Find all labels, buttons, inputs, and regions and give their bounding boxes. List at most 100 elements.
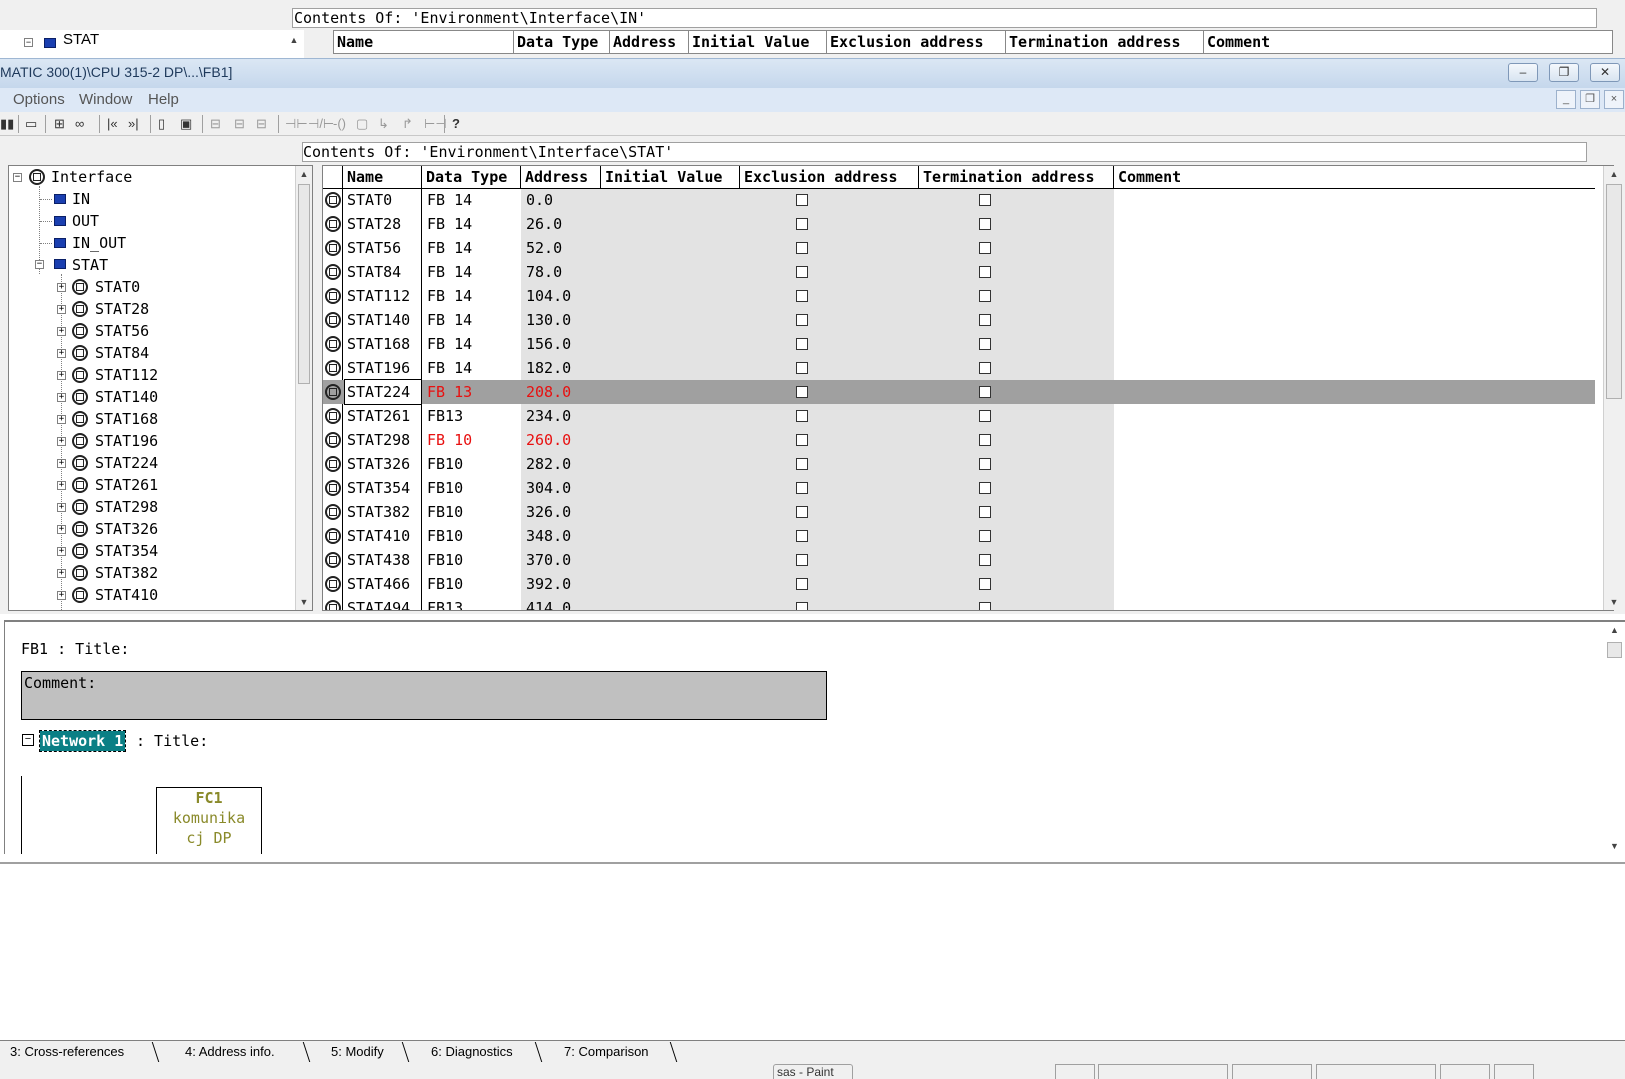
exclusion-checkbox[interactable]	[796, 290, 808, 302]
cell-address[interactable]: 104.0	[526, 284, 571, 308]
cell-name[interactable]: STAT56	[347, 236, 401, 260]
exclusion-checkbox[interactable]	[796, 602, 808, 610]
tree-item-stat-child[interactable]: STAT410	[95, 584, 158, 606]
termination-checkbox[interactable]	[979, 506, 991, 518]
cell-address[interactable]: 326.0	[526, 500, 571, 524]
exclusion-checkbox[interactable]	[796, 530, 808, 542]
scroll-thumb[interactable]	[298, 184, 310, 384]
expand-icon[interactable]: +	[57, 525, 66, 534]
cell-data-type[interactable]: FB 13	[427, 380, 472, 404]
cell-data-type[interactable]: FB10	[427, 500, 463, 524]
cell-name[interactable]: STAT168	[347, 332, 410, 356]
expand-icon[interactable]: +	[57, 415, 66, 424]
cell-name[interactable]: STAT196	[347, 356, 410, 380]
tree-item-stat-child[interactable]: STAT0	[95, 276, 140, 298]
close-button[interactable]: ✕	[1590, 63, 1620, 82]
scroll-up-arrow[interactable]: ▲	[1605, 622, 1624, 638]
expand-icon[interactable]: +	[57, 305, 66, 314]
table-row[interactable]: STAT382 FB10 326.0	[323, 500, 1595, 524]
cell-address[interactable]: 26.0	[526, 212, 562, 236]
termination-checkbox[interactable]	[979, 530, 991, 542]
cell-data-type[interactable]: FB10	[427, 476, 463, 500]
column-header-name[interactable]: Name	[343, 166, 422, 188]
table-row[interactable]: STAT494 FB13 414.0	[323, 596, 1595, 610]
tree-item-in-out[interactable]: IN_OUT	[72, 232, 126, 254]
cell-data-type[interactable]: FB 14	[427, 356, 472, 380]
exclusion-checkbox[interactable]	[796, 218, 808, 230]
tree-item-stat-child[interactable]: STAT28	[95, 298, 149, 320]
tree-item-stat[interactable]: STAT	[63, 29, 99, 51]
scroll-up-arrow[interactable]: ▲	[286, 32, 302, 48]
termination-checkbox[interactable]	[979, 218, 991, 230]
cell-data-type[interactable]: FB 14	[427, 236, 472, 260]
expand-icon[interactable]: +	[57, 349, 66, 358]
column-header-comment[interactable]: Comment	[1114, 166, 1595, 188]
table-row[interactable]: STAT112 FB 14 104.0	[323, 284, 1595, 308]
cell-data-type[interactable]: FB10	[427, 548, 463, 572]
exclusion-checkbox[interactable]	[796, 314, 808, 326]
termination-checkbox[interactable]	[979, 362, 991, 374]
cell-name[interactable]: STAT298	[347, 428, 410, 452]
block-title[interactable]: FB1 : Title:	[21, 640, 129, 658]
tab-diagnostics[interactable]: 6: Diagnostics	[431, 1043, 513, 1061]
expand-icon[interactable]: +	[57, 459, 66, 468]
cell-name[interactable]: STAT112	[347, 284, 410, 308]
menu-help[interactable]: Help	[148, 91, 179, 108]
cell-address[interactable]: 234.0	[526, 404, 571, 428]
exclusion-checkbox[interactable]	[796, 458, 808, 470]
expand-icon[interactable]: +	[57, 481, 66, 490]
table-row[interactable]: STAT168 FB 14 156.0	[323, 332, 1595, 356]
tree-item-stat-child[interactable]: STAT224	[95, 452, 158, 474]
tab-comparison[interactable]: 7: Comparison	[564, 1043, 649, 1061]
cell-name[interactable]: STAT261	[347, 404, 410, 428]
cell-address[interactable]: 260.0	[526, 428, 571, 452]
next-error-icon[interactable]: »|	[128, 115, 139, 133]
scroll-thumb[interactable]	[1606, 184, 1622, 399]
collapse-icon[interactable]: −	[35, 260, 44, 269]
branch-icon[interactable]: ⊟	[234, 115, 245, 133]
parallel-branch-icon[interactable]: ⊟	[256, 115, 267, 133]
table-row[interactable]: STAT0 FB 14 0.0	[323, 188, 1595, 212]
table-scrollbar[interactable]: ▲ ▼	[1603, 166, 1624, 610]
cell-data-type[interactable]: FB 14	[427, 332, 472, 356]
cell-name[interactable]: STAT0	[347, 188, 392, 212]
cell-name[interactable]: STAT140	[347, 308, 410, 332]
cell-name[interactable]: STAT326	[347, 452, 410, 476]
exclusion-checkbox[interactable]	[796, 386, 808, 398]
fc1-block[interactable]: FC1 komunika cj DP	[156, 787, 262, 854]
first-error-icon[interactable]: |«	[107, 115, 118, 133]
column-header-initial-value[interactable]: Initial Value	[601, 166, 740, 188]
window-titlebar[interactable]: MATIC 300(1)\CPU 315-2 DP\...\FB1] – ❐ ✕	[0, 58, 1625, 88]
monitor-icon[interactable]: ∞	[75, 115, 84, 133]
termination-checkbox[interactable]	[979, 194, 991, 206]
overview-icon[interactable]: ▯	[158, 115, 165, 133]
table-row[interactable]: STAT298 FB 10 260.0	[323, 428, 1595, 452]
expand-icon[interactable]: +	[57, 393, 66, 402]
nc-contact-icon[interactable]: ⊣/⊢	[308, 115, 334, 133]
tree-item-stat-child[interactable]: STAT326	[95, 518, 158, 540]
tree-item-stat-child[interactable]: STAT196	[95, 430, 158, 452]
cell-address[interactable]: 52.0	[526, 236, 562, 260]
column-header-termination-address[interactable]: Termination address	[919, 166, 1114, 188]
scroll-up-arrow[interactable]: ▲	[1604, 166, 1624, 182]
exclusion-checkbox[interactable]	[796, 194, 808, 206]
cell-data-type[interactable]: FB 14	[427, 308, 472, 332]
tree-item-stat-child[interactable]: STAT56	[95, 320, 149, 342]
cell-name[interactable]: STAT494	[347, 596, 410, 610]
tree-item-stat-child[interactable]: STAT168	[95, 408, 158, 430]
exclusion-checkbox[interactable]	[796, 338, 808, 350]
table-row[interactable]: STAT56 FB 14 52.0	[323, 236, 1595, 260]
termination-checkbox[interactable]	[979, 290, 991, 302]
cell-address[interactable]: 348.0	[526, 524, 571, 548]
table-row[interactable]: STAT196 FB 14 182.0	[323, 356, 1595, 380]
exclusion-checkbox[interactable]	[796, 482, 808, 494]
scroll-up-arrow[interactable]: ▲	[296, 166, 312, 182]
cell-data-type[interactable]: FB 14	[427, 212, 472, 236]
expand-icon[interactable]: +	[57, 437, 66, 446]
network-title[interactable]: : Title:	[136, 731, 208, 751]
column-header-address[interactable]: Address	[521, 166, 601, 188]
scroll-thumb[interactable]	[1607, 642, 1622, 658]
network-collapse-icon[interactable]: −	[22, 734, 34, 746]
exclusion-checkbox[interactable]	[796, 434, 808, 446]
tree-item-stat-child[interactable]: STAT84	[95, 342, 149, 364]
